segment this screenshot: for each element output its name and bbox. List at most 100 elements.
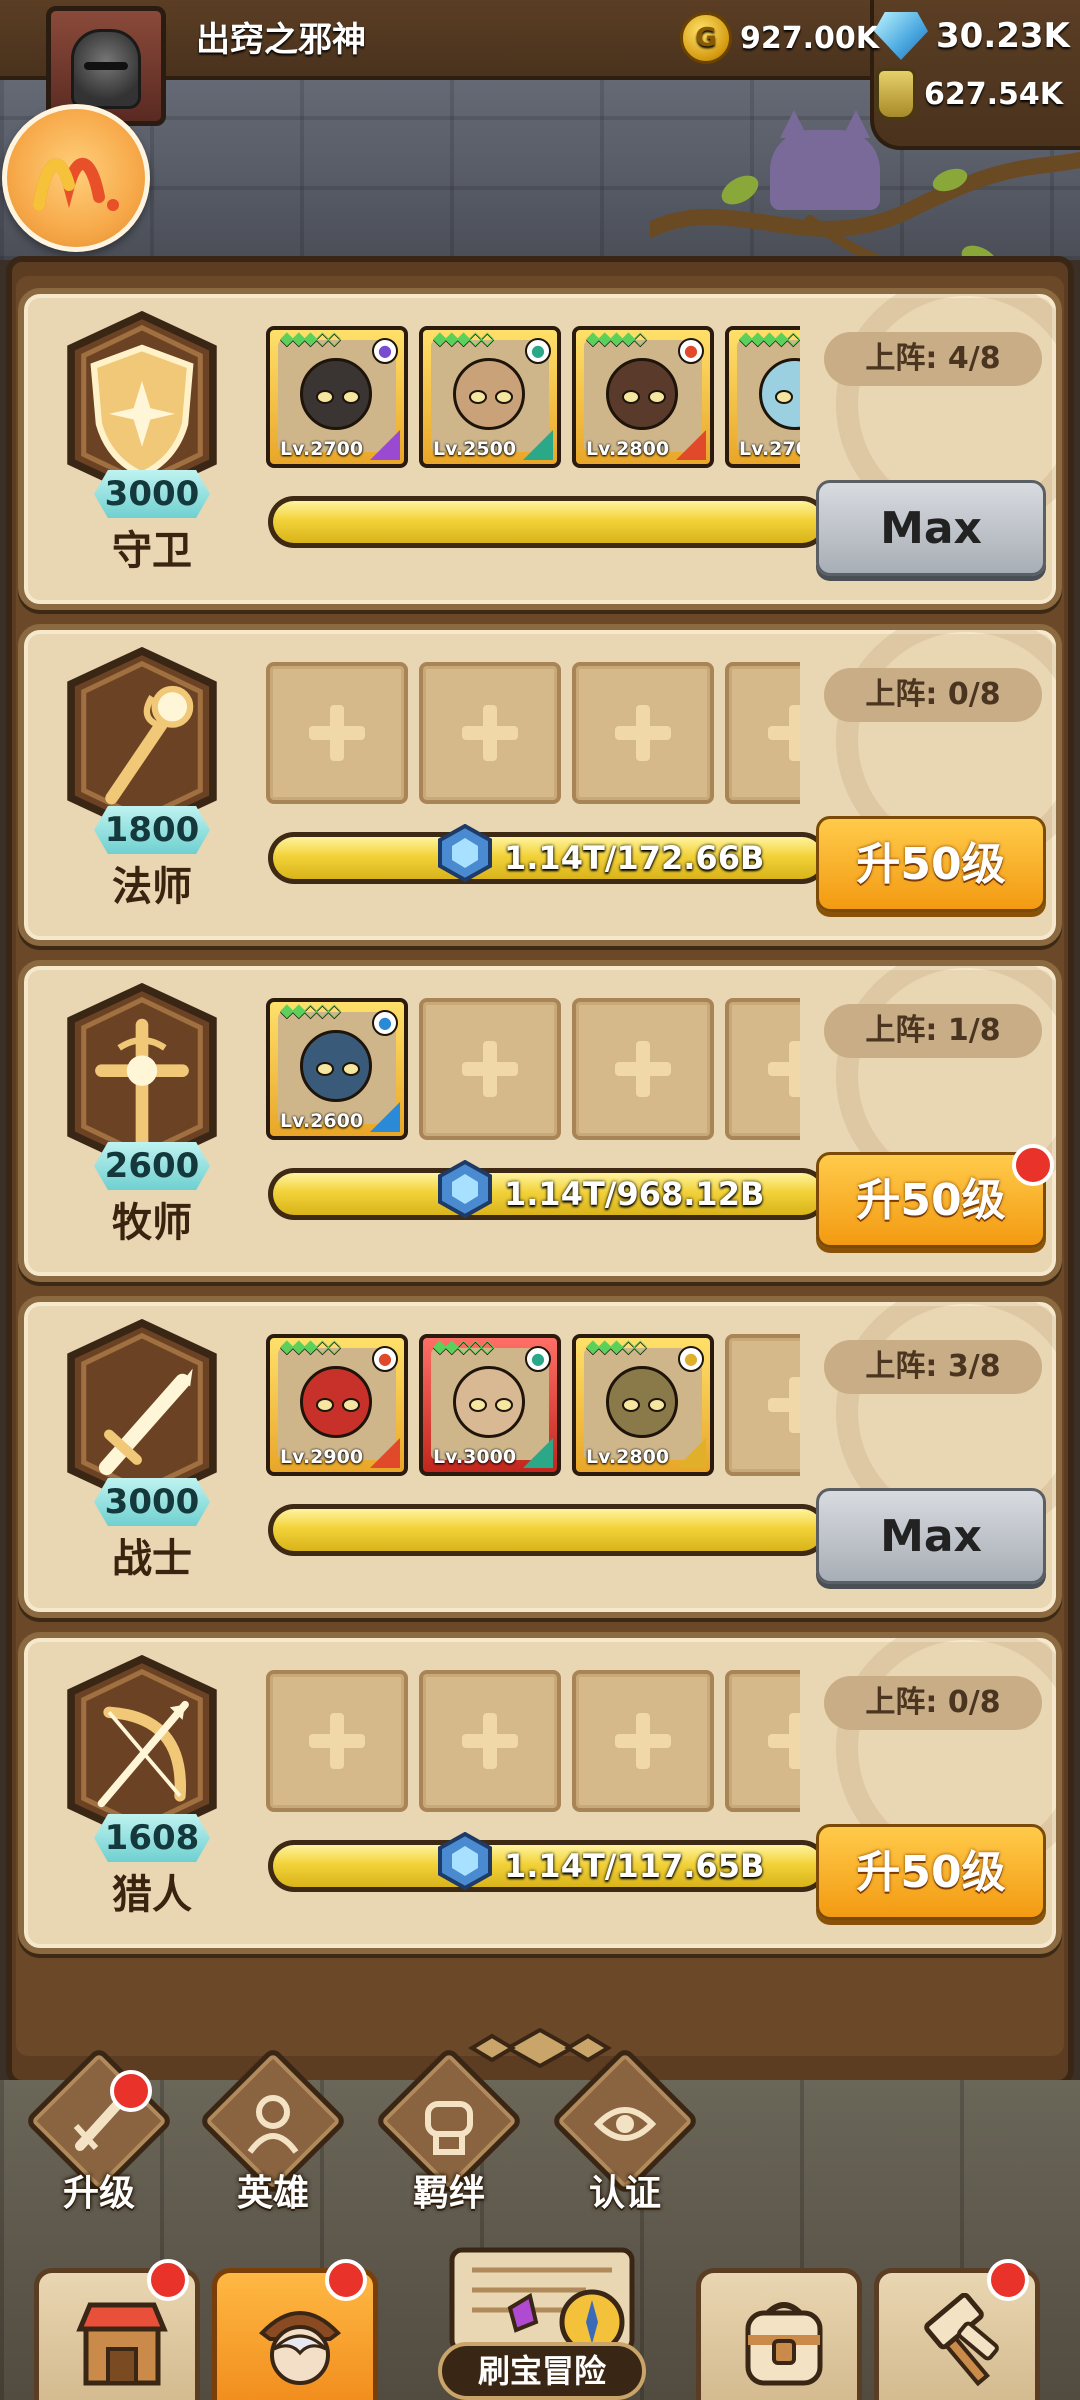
nav-forge-button[interactable] — [874, 2259, 1040, 2400]
class-row: 2600 牧师 ◆◆◇◇◇ ● Lv.2600 上阵: 1/8 1.14T/968.12B 升… — [18, 960, 1062, 1282]
empty-hero-slot[interactable] — [266, 1670, 408, 1812]
crystal-icon — [438, 824, 492, 882]
plus-icon — [768, 705, 800, 761]
upgrade-50-button[interactable]: 升50级 — [816, 1824, 1046, 1920]
nav-adventure-button[interactable]: 刷宝冒险 — [386, 2230, 698, 2400]
hero-card[interactable]: ◆◆◆◆◇ ● Lv.2800 — [572, 326, 714, 468]
class-level: 3000 — [94, 470, 210, 518]
hammer-icon — [924, 2293, 999, 2387]
hero-card[interactable]: ◆◆◆◇◇ ● Lv.2900 — [266, 1334, 408, 1476]
empty-hero-slot[interactable] — [419, 998, 561, 1140]
empty-hero-slot[interactable] — [725, 1334, 800, 1476]
function-button[interactable]: 认证 — [548, 2046, 700, 2214]
max-level-button[interactable]: Max — [816, 1488, 1046, 1584]
hero-slots: ◆◆◇◇◇ ● Lv.2600 — [266, 998, 800, 1144]
element-fire-icon: ● — [372, 1346, 398, 1372]
empty-hero-slot[interactable] — [572, 662, 714, 804]
class-row: 1800 法师 上阵: 0/8 1.14T/172.66B 升50级 — [18, 624, 1062, 946]
potion-value: 627.54K — [924, 76, 1064, 112]
app-logo[interactable] — [2, 104, 150, 252]
hero-card[interactable]: ◆◆◆◇◇ ● Lv.2500 — [419, 326, 561, 468]
max-level-button[interactable]: Max — [816, 480, 1046, 576]
backpack-icon — [745, 2302, 823, 2386]
function-button[interactable]: 英雄 — [196, 2046, 348, 2214]
function-button[interactable]: 羁绊 — [372, 2046, 524, 2214]
fist-icon — [425, 2101, 473, 2155]
hero-eyes — [622, 1398, 666, 1412]
adventure-label: 刷宝冒险 — [438, 2342, 646, 2400]
class-level: 1608 — [94, 1814, 210, 1862]
hero-slots: ◆◆◆◇◇ ● Lv.2900 ◆◆◇◇◇ ● Lv.3000 ◆◆◆◇◇ ● Lv.2800 — [266, 1334, 800, 1480]
player-name: 出窍之邪神 — [196, 20, 366, 60]
hero-level: Lv.2900 — [280, 1446, 364, 1468]
level-progress-fill — [273, 501, 823, 543]
plus-icon — [615, 1713, 671, 1769]
hero-card[interactable]: ◆◆◆◇◇ ● Lv.2800 — [572, 1334, 714, 1476]
gem-icon — [874, 12, 928, 60]
gold-coin-icon: G — [680, 12, 732, 64]
element-wind-icon: ● — [525, 1346, 551, 1372]
class-name: 守卫 — [112, 528, 192, 574]
hero-slots — [266, 1670, 800, 1816]
class-row: 3000 守卫 ◆◆◆◇◇ ● Lv.2700 ◆◆◆◇◇ ● Lv.2500 ◆◆◆◆◇ ● Lv… — [18, 288, 1062, 610]
empty-hero-slot[interactable] — [725, 998, 800, 1140]
hero-level: Lv.2800 — [586, 438, 670, 460]
empty-hero-slot[interactable] — [725, 1670, 800, 1812]
class-name: 法师 — [112, 864, 192, 910]
nav-bag-button[interactable] — [696, 2268, 862, 2400]
potion-resource[interactable]: 627.54K — [876, 68, 1063, 120]
empty-hero-slot[interactable] — [572, 1670, 714, 1812]
crystal-icon — [438, 1160, 492, 1218]
hero-level: Lv.2700 — [280, 438, 364, 460]
function-button[interactable]: 升级 — [22, 2046, 174, 2214]
hero-card[interactable]: ◆◆◇◇◇ ● Lv.2600 — [266, 998, 408, 1140]
nav-shop-button[interactable] — [34, 2259, 200, 2400]
gem-resource[interactable]: 30.23K — [874, 12, 1070, 60]
treasure-map-icon — [449, 2247, 635, 2355]
shop-red-dot — [147, 2259, 189, 2301]
hero-slots: ◆◆◆◇◇ ● Lv.2700 ◆◆◆◇◇ ● Lv.2500 ◆◆◆◆◇ ● Lv.2800 ◆… — [266, 326, 800, 472]
hero-stars: ◆◆◆◇◇ — [280, 328, 341, 349]
hero-stars: ◆◆◆◆◇ — [739, 328, 800, 349]
hero-stars: ◆◆◆◇◇ — [433, 328, 494, 349]
class-name: 战士 — [112, 1536, 192, 1582]
potion-icon — [876, 68, 916, 120]
hero-level: Lv.2700 — [739, 438, 800, 460]
empty-hero-slot[interactable] — [419, 1670, 561, 1812]
hero-stars: ◆◆◆◇◇ — [586, 1336, 647, 1357]
hero-card[interactable]: ◆◆◇◇◇ ● Lv.3000 — [419, 1334, 561, 1476]
team-count: 上阵: 4/8 — [824, 332, 1042, 386]
hero-stars: ◆◆◆◇◇ — [280, 1336, 341, 1357]
hero-stars: ◆◆◇◇◇ — [433, 1336, 494, 1357]
nav-hero-button[interactable] — [212, 2259, 378, 2400]
hero-eyes — [316, 390, 360, 404]
empty-hero-slot[interactable] — [419, 662, 561, 804]
hero-card[interactable]: ◆◆◆◆◇●Lv.2700 — [725, 326, 800, 468]
hero-card[interactable]: ◆◆◆◇◇ ● Lv.2700 — [266, 326, 408, 468]
gold-resource[interactable]: G 927.00K — [680, 12, 879, 64]
empty-hero-slot[interactable] — [572, 998, 714, 1140]
hero-portrait-icon — [259, 2311, 341, 2385]
empty-hero-slot[interactable] — [725, 662, 800, 804]
element-wind-icon: ● — [525, 338, 551, 364]
empty-hero-slot[interactable] — [266, 662, 408, 804]
hero-red-dot — [325, 2259, 367, 2301]
class-level: 3000 — [94, 1478, 210, 1526]
element-water-icon: ● — [372, 1010, 398, 1036]
eye-icon — [593, 2107, 657, 2141]
team-count: 上阵: 1/8 — [824, 1004, 1042, 1058]
upgrade-cost: 1.14T/117.65B — [504, 1847, 765, 1885]
plus-icon — [768, 1377, 800, 1433]
function-label: 羁绊 — [412, 2173, 485, 2214]
class-row: 3000 战士 ◆◆◆◇◇ ● Lv.2900 ◆◆◇◇◇ ● Lv.3000 ◆◆◆◇◇ ● Lv… — [18, 1296, 1062, 1618]
plus-icon — [309, 1713, 365, 1769]
team-count: 上阵: 0/8 — [824, 1676, 1042, 1730]
hero-level: Lv.3000 — [433, 1446, 517, 1468]
shop-icon — [76, 2302, 168, 2386]
upgrade-50-button[interactable]: 升50级 — [816, 816, 1046, 912]
upgrade-cost: 1.14T/968.12B — [504, 1175, 765, 1213]
class-name: 牧师 — [112, 1200, 192, 1246]
hero-eyes — [775, 390, 800, 404]
plus-icon — [462, 1041, 518, 1097]
upgrade-red-dot — [1012, 1144, 1054, 1186]
